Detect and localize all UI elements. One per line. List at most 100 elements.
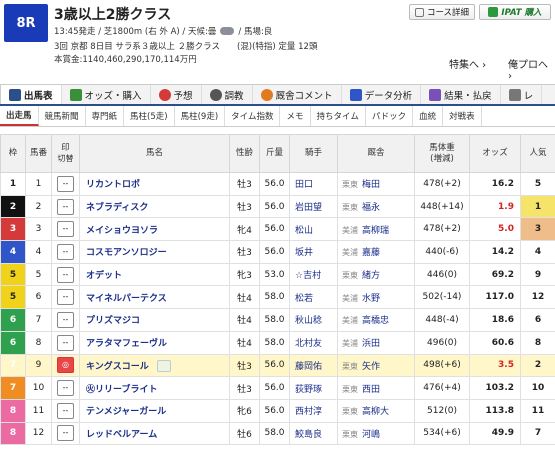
- jockey-link[interactable]: 秋山稔: [295, 316, 322, 326]
- trainer-link[interactable]: 梅田: [362, 180, 380, 190]
- subtab-form-9[interactable]: 馬柱(9走): [175, 106, 226, 126]
- table-row[interactable]: 6 8 -- アラタマフェーヴル 牡4 58.0 北村友 美浦 浜田 496(0) 60.6 8: [0, 330, 555, 355]
- special-link[interactable]: 特集へ ›: [449, 56, 486, 71]
- jockey-cell[interactable]: 秋山稔: [289, 308, 338, 332]
- horse-name-cell[interactable]: オデット: [79, 262, 230, 287]
- table-row[interactable]: 3 3 -- メイショウヨソラ 牝4 56.0 松山 美浦 高柳瑞 478(+2) 5.0 3: [0, 217, 555, 242]
- odds-cell[interactable]: 69.2: [469, 262, 521, 287]
- odds-cell[interactable]: 18.6: [469, 308, 521, 332]
- mark-toggle[interactable]: --: [57, 198, 74, 215]
- jockey-link[interactable]: 松山: [295, 226, 313, 236]
- horse-name-link[interactable]: ネブラディスク: [86, 203, 148, 213]
- col-popularity[interactable]: 人気: [520, 134, 555, 173]
- odds-cell[interactable]: 103.2: [469, 376, 521, 400]
- mark-toggle[interactable]: ◎: [57, 357, 74, 374]
- trainer-cell[interactable]: 栗東 福永: [337, 194, 415, 219]
- horse-name-cell[interactable]: コスモアンソロジー: [79, 240, 230, 264]
- jockey-link[interactable]: 岩田望: [295, 203, 322, 213]
- mark-cell[interactable]: --: [51, 376, 80, 400]
- trainer-link[interactable]: 浜田: [362, 339, 380, 349]
- horse-name-link[interactable]: レッドベルアーム: [86, 430, 157, 440]
- subtab-time-index[interactable]: タイム指数: [225, 106, 281, 126]
- horse-name-link[interactable]: アラタマフェーヴル: [86, 339, 167, 349]
- jockey-link[interactable]: 松若: [295, 294, 313, 304]
- trainer-cell[interactable]: 美浦 浜田: [337, 330, 415, 355]
- jockey-cell[interactable]: 西村淳: [289, 398, 338, 423]
- col-body-weight[interactable]: 馬体重 (増減): [414, 134, 470, 173]
- horse-name-link[interactable]: テンメジャーガール: [86, 407, 166, 417]
- trainer-cell[interactable]: 栗東 緒方: [337, 262, 415, 287]
- subtab-entrants[interactable]: 出走馬: [0, 106, 39, 126]
- mark-toggle[interactable]: --: [57, 311, 74, 328]
- jockey-cell[interactable]: ☆吉村: [289, 262, 338, 287]
- odds-cell[interactable]: 49.9: [469, 421, 521, 446]
- jockey-link[interactable]: 西村淳: [295, 407, 322, 417]
- tab-entries[interactable]: 出馬表: [0, 85, 62, 104]
- jockey-cell[interactable]: 藤岡佑: [289, 353, 338, 378]
- table-row[interactable]: 5 5 -- オデット 牝3 53.0 ☆吉村 栗東 緒方 446(0) 69.2 9: [0, 262, 555, 287]
- mark-toggle[interactable]: --: [57, 289, 74, 306]
- mark-cell[interactable]: --: [51, 262, 80, 287]
- tab-replay[interactable]: レ: [501, 85, 543, 104]
- horse-name-cell[interactable]: ネブラディスク: [79, 194, 230, 219]
- mark-cell[interactable]: --: [51, 217, 80, 242]
- horse-name-link[interactable]: メイショウヨソラ: [86, 226, 158, 236]
- horse-name-cell[interactable]: レッドベルアーム: [79, 421, 230, 446]
- jockey-cell[interactable]: 松山: [289, 217, 338, 242]
- mark-cell[interactable]: --: [51, 285, 80, 310]
- trainer-link[interactable]: 嘉藤: [362, 248, 380, 258]
- odds-cell[interactable]: 5.0: [469, 217, 521, 242]
- trainer-link[interactable]: 矢作: [362, 362, 380, 372]
- horse-name-cell[interactable]: ㊋リリーブライト: [79, 376, 230, 400]
- tab-results[interactable]: 結果・払戻: [421, 85, 501, 104]
- jockey-cell[interactable]: 北村友: [289, 330, 338, 355]
- trainer-cell[interactable]: 栗東 西田: [337, 376, 415, 400]
- ore-pro-link[interactable]: 俺プロへ ›: [508, 56, 555, 82]
- trainer-link[interactable]: 高柳大: [362, 407, 389, 417]
- subtab-pedigree[interactable]: 血統: [413, 106, 444, 126]
- horse-name-cell[interactable]: アラタマフェーヴル: [79, 330, 230, 355]
- horse-name-cell[interactable]: テンメジャーガール: [79, 398, 230, 423]
- mark-cell[interactable]: --: [51, 421, 80, 446]
- col-waku[interactable]: 枠: [0, 134, 26, 173]
- table-row[interactable]: 6 7 -- プリズマジコ 牡4 58.0 秋山稔 美浦 高橋忠 448(-4) 18.6 6: [0, 308, 555, 332]
- trainer-link[interactable]: 河嶋: [362, 430, 380, 440]
- trainer-link[interactable]: 福永: [362, 203, 380, 213]
- table-row[interactable]: 4 4 -- コスモアンソロジー 牡3 56.0 坂井 美浦 嘉藤 440(-6) 14.2 4: [0, 240, 555, 264]
- tab-odds[interactable]: オッズ・購入: [62, 85, 151, 104]
- odds-cell[interactable]: 60.6: [469, 330, 521, 355]
- horse-name-cell[interactable]: メイショウヨソラ: [79, 217, 230, 242]
- subtab-form-5[interactable]: 馬柱(5走): [124, 106, 175, 126]
- horse-name-link[interactable]: プリズマジコ: [86, 316, 140, 326]
- col-horse[interactable]: 馬名: [79, 134, 230, 173]
- table-row[interactable]: 8 11 -- テンメジャーガール 牝6 56.0 西村淳 栗東 高柳大 512(0) 113.8 1…: [0, 398, 555, 423]
- table-row[interactable]: 2 2 -- ネブラディスク 牡3 56.0 岩田望 栗東 福永 448(+14) 1.9 1: [0, 194, 555, 219]
- trainer-cell[interactable]: 美浦 高柳瑞: [337, 217, 415, 242]
- mark-cell[interactable]: ◎: [51, 353, 80, 378]
- horse-name-link[interactable]: マイネルパーテクス: [86, 294, 167, 304]
- trainer-cell[interactable]: 美浦 水野: [337, 285, 415, 310]
- tab-prediction[interactable]: 予想: [151, 85, 202, 104]
- mark-toggle[interactable]: --: [57, 175, 74, 192]
- jockey-link[interactable]: 藤岡佑: [295, 362, 322, 372]
- horse-name-cell[interactable]: プリズマジコ: [79, 308, 230, 332]
- horse-name-cell[interactable]: リカントロポ: [79, 172, 230, 196]
- subtab-paddock[interactable]: パドック: [366, 106, 414, 126]
- col-weight[interactable]: 斤量: [259, 134, 290, 173]
- trainer-cell[interactable]: 栗東 矢作: [337, 353, 415, 378]
- odds-cell[interactable]: 1.9: [469, 194, 521, 219]
- mark-toggle[interactable]: --: [57, 243, 74, 260]
- mark-toggle[interactable]: --: [57, 266, 74, 283]
- trainer-cell[interactable]: 栗東 梅田: [337, 172, 415, 196]
- mark-cell[interactable]: --: [51, 308, 80, 332]
- table-row[interactable]: 1 1 -- リカントロポ 牡3 56.0 田口 栗東 梅田 478(+2) 16.2 5: [0, 172, 555, 196]
- ipat-buy-button[interactable]: IPAT 購入: [479, 4, 551, 20]
- table-row[interactable]: 5 6 -- マイネルパーテクス 牡4 58.0 松若 美浦 水野 502(-14) 117.0 12: [0, 285, 555, 310]
- col-jockey[interactable]: 騎手: [289, 134, 338, 173]
- subtab-specialist-paper[interactable]: 専門紙: [86, 106, 125, 126]
- trainer-link[interactable]: 高橋忠: [362, 316, 389, 326]
- trainer-link[interactable]: 高柳瑞: [362, 226, 389, 236]
- mark-toggle[interactable]: --: [57, 402, 74, 419]
- col-trainer[interactable]: 厩舎: [337, 134, 415, 173]
- tab-training[interactable]: 調教: [202, 85, 253, 104]
